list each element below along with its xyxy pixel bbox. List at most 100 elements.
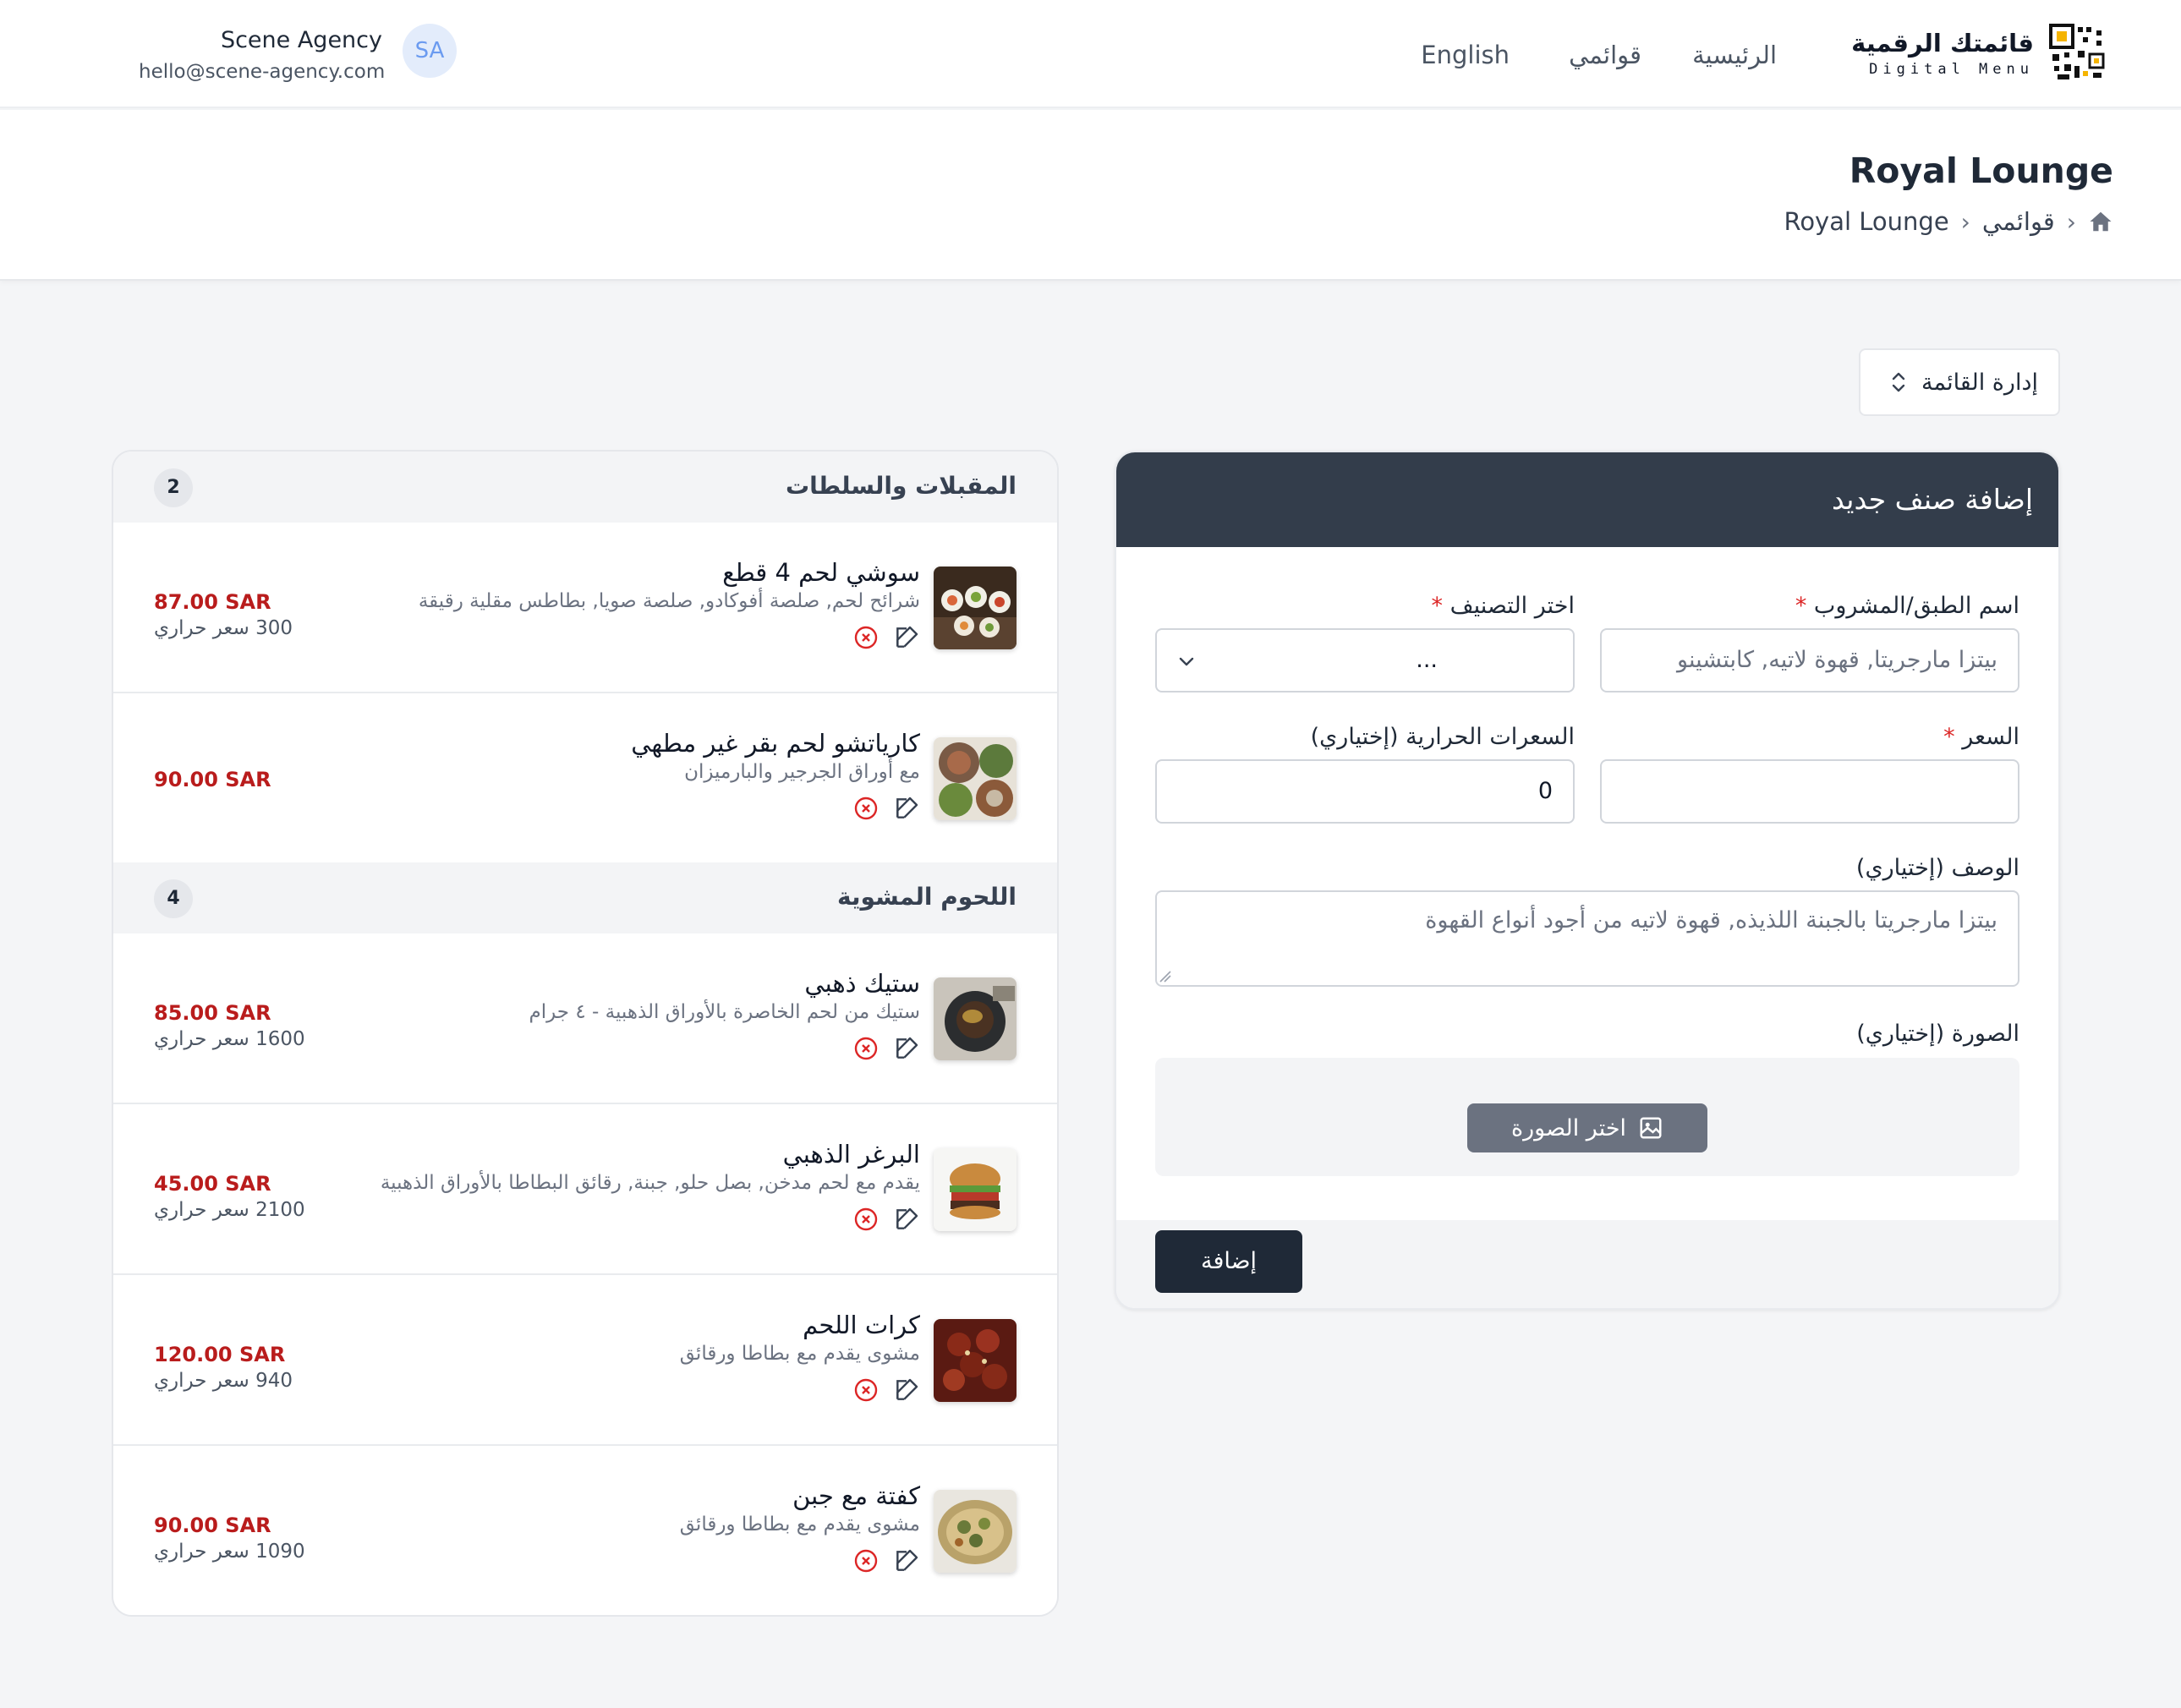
edit-icon[interactable]	[893, 1377, 920, 1404]
top-navbar: قائمتك الرقمية Digital Menu الرئيسية قوا…	[0, 0, 2181, 108]
item-description: مشوى يقدم مع بطاطا ورقائق	[679, 1343, 920, 1365]
chevron-up-down-icon	[1889, 370, 1908, 394]
delete-icon[interactable]	[852, 1206, 880, 1233]
item-name: كارياتشو لحم بقر غير مطهي	[631, 729, 920, 758]
page-header: Royal Lounge ‹ قوائمي ‹ Royal Lounge	[0, 110, 2181, 281]
calories-label: السعرات الحرارية (إختياري)	[1310, 724, 1575, 750]
item-description: ستيك من لحم الخاصرة بالأوراق الذهبية - ٤…	[529, 1001, 920, 1023]
item-name: كرات اللحم	[803, 1311, 920, 1339]
category-label: اختر التصنيف *	[1432, 593, 1575, 619]
item-calories: 2100 سعر حراري	[154, 1199, 305, 1221]
add-item-form: إضافة صنف جديد اسم الطبق/المشروب * بيتزا…	[1115, 451, 2060, 1310]
delete-icon[interactable]	[852, 795, 880, 822]
category-count-badge: 2	[154, 468, 193, 507]
required-mark: *	[1943, 724, 1955, 750]
form-header: إضافة صنف جديد	[1116, 452, 2058, 547]
item-description: مع أوراق الجرجير والبارميزان	[684, 761, 920, 783]
item-name: ستيك ذهبي	[804, 969, 920, 998]
steak-image	[934, 977, 1017, 1060]
user-name: Scene Agency	[220, 27, 382, 53]
image-upload-area[interactable]: اختر الصورة	[1155, 1058, 2019, 1176]
list-item: كرات اللحم مشوى يقدم مع بطاطا ورقائق 120…	[113, 1275, 1057, 1446]
description-textarea[interactable]: بيتزا مارجريتا بالجبنة اللذيذه, قهوة لات…	[1155, 890, 2019, 987]
edit-icon[interactable]	[893, 1206, 920, 1233]
breadcrumb-my-menus[interactable]: قوائمي	[1982, 207, 2055, 236]
price-label: السعر *	[1943, 724, 2019, 750]
list-item: البرغر الذهبي يقدم مع لحم مدخن, بصل حلو,…	[113, 1104, 1057, 1275]
list-item: ستيك ذهبي ستيك من لحم الخاصرة بالأوراق ا…	[113, 933, 1057, 1104]
description-placeholder: بيتزا مارجريتا بالجبنة اللذيذه, قهوة لات…	[1425, 907, 1997, 933]
category-count-badge: 4	[154, 879, 193, 918]
item-calories: 1600 سعر حراري	[154, 1028, 305, 1050]
price-input[interactable]	[1600, 759, 2019, 824]
user-email: hello@scene-agency.com	[139, 61, 386, 83]
manage-menu-dropdown[interactable]: إدارة القائمة	[1859, 348, 2060, 416]
breadcrumb: ‹ قوائمي ‹ Royal Lounge	[1784, 205, 2113, 238]
category-label-text: اختر التصنيف	[1449, 593, 1575, 619]
nav-link-language[interactable]: English	[1421, 41, 1510, 69]
form-title: إضافة صنف جديد	[1831, 483, 2033, 516]
avatar[interactable]: SA	[403, 24, 457, 78]
nav-link-home[interactable]: الرئيسية	[1692, 41, 1777, 69]
item-price: 85.00 SAR	[154, 1001, 271, 1025]
price-label-text: السعر	[1962, 724, 2019, 750]
brand-name-arabic: قائمتك الرقمية	[1851, 29, 2034, 57]
item-name-input[interactable]: بيتزا مارجريتا, قهوة لاتيه, كابتشينو	[1600, 628, 2019, 693]
category-title: اللحوم المشوية	[837, 883, 1017, 911]
category-title: المقبلات والسلطات	[786, 472, 1017, 500]
home-icon[interactable]	[2088, 209, 2113, 234]
sushi-image	[934, 567, 1017, 649]
nav-link-my-menus[interactable]: قوائمي	[1569, 41, 1641, 69]
image-label: الصورة (إختياري)	[1856, 1021, 2019, 1047]
category-select-value: ...	[1416, 647, 1438, 673]
calories-input[interactable]: 0	[1155, 759, 1575, 824]
delete-icon[interactable]	[852, 1547, 880, 1574]
item-calories: 300 سعر حراري	[154, 617, 293, 639]
page-title: Royal Lounge	[1849, 151, 2113, 191]
qr-logo-icon	[2049, 24, 2108, 83]
edit-icon[interactable]	[893, 624, 920, 651]
item-price: 120.00 SAR	[154, 1343, 286, 1366]
item-description: شرائح لحم, صلصة أفوكادو, صلصة صويا, بطاط…	[418, 590, 920, 612]
chevron-left-icon: ‹	[2066, 207, 2076, 236]
menu-items-list: المقبلات والسلطات 2 سوشي لحم 4 قطع شرائح…	[112, 450, 1059, 1617]
delete-icon[interactable]	[852, 624, 880, 651]
item-name: كفتة مع جبن	[792, 1481, 920, 1510]
resize-handle-icon[interactable]	[1159, 970, 1172, 983]
choose-image-button[interactable]: اختر الصورة	[1467, 1103, 1707, 1152]
item-price: 90.00 SAR	[154, 1514, 271, 1537]
item-description: يقدم مع لحم مدخن, بصل حلو, جبنة, رقائق ا…	[380, 1172, 920, 1194]
category-header: اللحوم المشوية 4	[113, 862, 1057, 933]
delete-icon[interactable]	[852, 1035, 880, 1062]
form-footer: إضافة	[1116, 1220, 2058, 1308]
kofta-image	[934, 1490, 1017, 1573]
item-calories: 1090 سعر حراري	[154, 1541, 305, 1563]
list-item: سوشي لحم 4 قطع شرائح لحم, صلصة أفوكادو, …	[113, 523, 1057, 693]
item-actions	[852, 624, 920, 653]
manage-menu-label: إدارة القائمة	[1921, 369, 2038, 396]
required-mark: *	[1795, 593, 1807, 619]
category-header: المقبلات والسلطات 2	[113, 452, 1057, 523]
item-price: 45.00 SAR	[154, 1172, 271, 1196]
description-label: الوصف (إختياري)	[1855, 855, 2019, 881]
chevron-left-icon: ‹	[1960, 207, 1970, 236]
app-logo[interactable]: قائمتك الرقمية Digital Menu	[1851, 24, 2108, 85]
item-actions	[852, 1547, 920, 1576]
edit-icon[interactable]	[893, 795, 920, 822]
brand-name-english: Digital Menu	[1869, 61, 2034, 78]
chevron-down-icon	[1175, 650, 1197, 672]
carpaccio-image	[934, 737, 1017, 820]
edit-icon[interactable]	[893, 1035, 920, 1062]
name-label-text: اسم الطبق/المشروب	[1813, 593, 2019, 619]
image-icon	[1638, 1115, 1663, 1141]
edit-icon[interactable]	[893, 1547, 920, 1574]
name-label: اسم الطبق/المشروب *	[1795, 593, 2019, 619]
item-calories: 940 سعر حراري	[154, 1370, 293, 1392]
item-price: 87.00 SAR	[154, 590, 271, 614]
delete-icon[interactable]	[852, 1377, 880, 1404]
breadcrumb-current: Royal Lounge	[1784, 207, 1949, 236]
add-item-button[interactable]: إضافة	[1155, 1230, 1302, 1293]
category-select[interactable]: ...	[1155, 628, 1575, 693]
item-actions	[852, 1206, 920, 1234]
item-actions	[852, 1377, 920, 1405]
